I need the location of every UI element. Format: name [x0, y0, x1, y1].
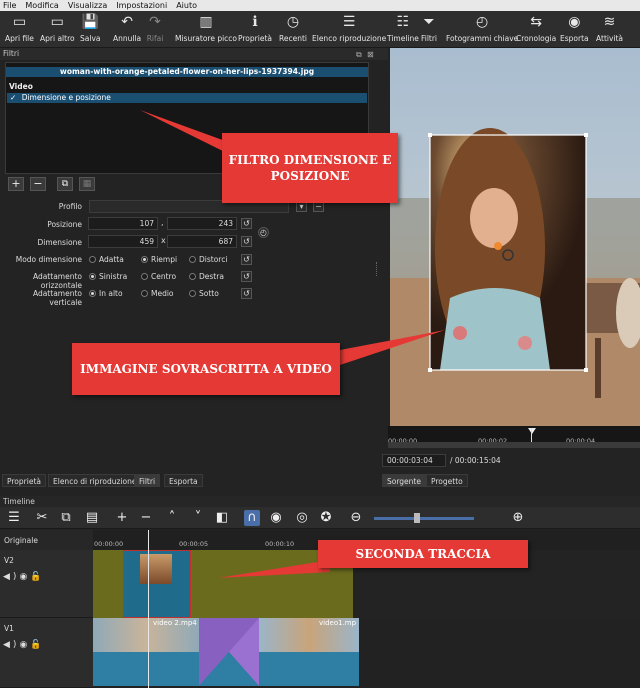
callout-arrow-image: [340, 330, 445, 365]
callout-arrow-track: [218, 560, 330, 578]
annotation-track: SECONDA TRACCIA: [318, 540, 528, 568]
annotation-filter: FILTRO DIMENSIONE E POSIZIONE: [222, 133, 398, 203]
app-window: File Modifica Visualizza Impostazioni Ai…: [0, 0, 640, 688]
annotation-image: IMMAGINE SOVRASCRITTA A VIDEO: [72, 343, 340, 395]
